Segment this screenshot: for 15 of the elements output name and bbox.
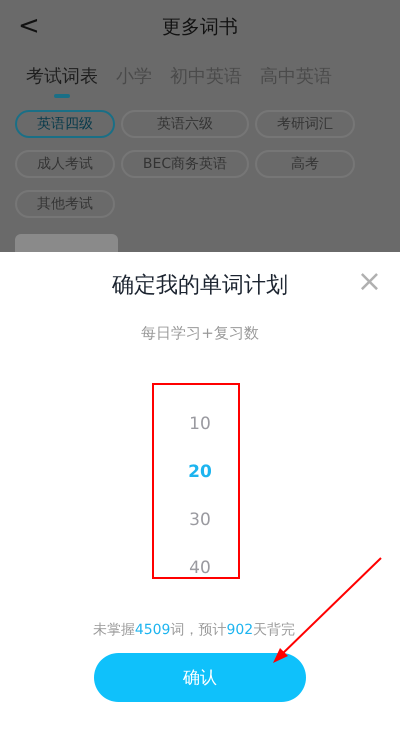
close-button[interactable]: × xyxy=(352,264,386,300)
filter-chip[interactable]: 英语四级 xyxy=(15,110,115,138)
filter-chip[interactable]: 其他考试 xyxy=(15,190,115,218)
plan-summary: 未掌握4509词，预计902天背完 xyxy=(92,621,296,639)
back-button[interactable]: < xyxy=(14,10,44,42)
dialog-subtitle: 每日学习+复习数 xyxy=(140,324,260,343)
picker-option[interactable]: 30 xyxy=(189,503,211,551)
picker-option[interactable]: 10 xyxy=(189,407,211,455)
filter-chip[interactable]: 成人考试 xyxy=(15,150,115,178)
confirm-button[interactable]: 确认 xyxy=(94,653,306,702)
category-tab[interactable]: 考试词表 xyxy=(26,60,98,98)
picker-option[interactable]: 20 xyxy=(188,455,212,503)
picker-option[interactable]: 40 xyxy=(189,551,211,599)
page-title: 更多词书 xyxy=(162,15,238,40)
dialog-title: 确定我的单词计划 xyxy=(112,272,288,300)
